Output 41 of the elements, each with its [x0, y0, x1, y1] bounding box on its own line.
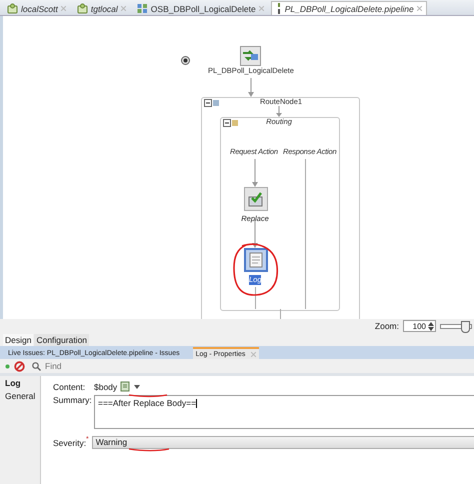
action-node[interactable] — [244, 248, 268, 272]
summary-field[interactable]: ===After Replace Body== — [94, 395, 474, 429]
dropdown-caret-icon[interactable] — [134, 384, 140, 388]
server-icon — [76, 3, 88, 14]
zoom-label: Zoom: — [374, 321, 399, 331]
annotation-underline — [128, 448, 170, 452]
arrow — [276, 106, 282, 117]
collapse-icon[interactable] — [204, 99, 220, 107]
field-label: Summary: — [53, 395, 89, 405]
section-item[interactable]: General — [5, 392, 40, 401]
start-node-icon — [181, 56, 190, 65]
slider-thumb[interactable] — [461, 320, 470, 332]
pipeline-node-icon[interactable] — [240, 46, 261, 66]
zoom-field[interactable]: 100 — [403, 320, 436, 332]
pipeline-icon — [276, 3, 282, 14]
annotation-underline — [128, 394, 168, 398]
status-dot-icon — [5, 364, 10, 368]
project-icon — [136, 3, 148, 14]
content-value: $body — [94, 382, 118, 392]
view-tab[interactable]: Configuration — [34, 334, 90, 346]
arrow — [252, 159, 258, 187]
search-icon — [32, 362, 41, 370]
editor-tab[interactable]: tgtlocal — [72, 2, 130, 15]
editor-tab[interactable]: PL_DBPoll_LogicalDelete.pipeline — [270, 1, 427, 15]
editor-tab[interactable]: localScott — [3, 2, 70, 15]
find-field[interactable]: Find — [45, 361, 165, 371]
collapse-icon[interactable] — [223, 119, 239, 127]
section-item[interactable]: Log — [5, 379, 40, 388]
action-node[interactable] — [244, 187, 268, 211]
field-label: Content: — [53, 382, 86, 392]
spinner-icon[interactable] — [428, 322, 434, 330]
arrow — [248, 78, 254, 97]
view-tab[interactable]: Design — [3, 334, 34, 346]
variable-icon[interactable] — [120, 381, 132, 392]
field-label: Severity: — [53, 438, 86, 448]
document-icon — [247, 251, 265, 269]
replace-icon — [247, 190, 265, 208]
stop-icon[interactable] — [14, 360, 25, 372]
severity-dropdown[interactable]: Warning — [92, 436, 474, 449]
editor-tab[interactable]: OSB_DBPoll_LogicalDelete — [132, 2, 268, 15]
server-icon — [7, 3, 18, 14]
